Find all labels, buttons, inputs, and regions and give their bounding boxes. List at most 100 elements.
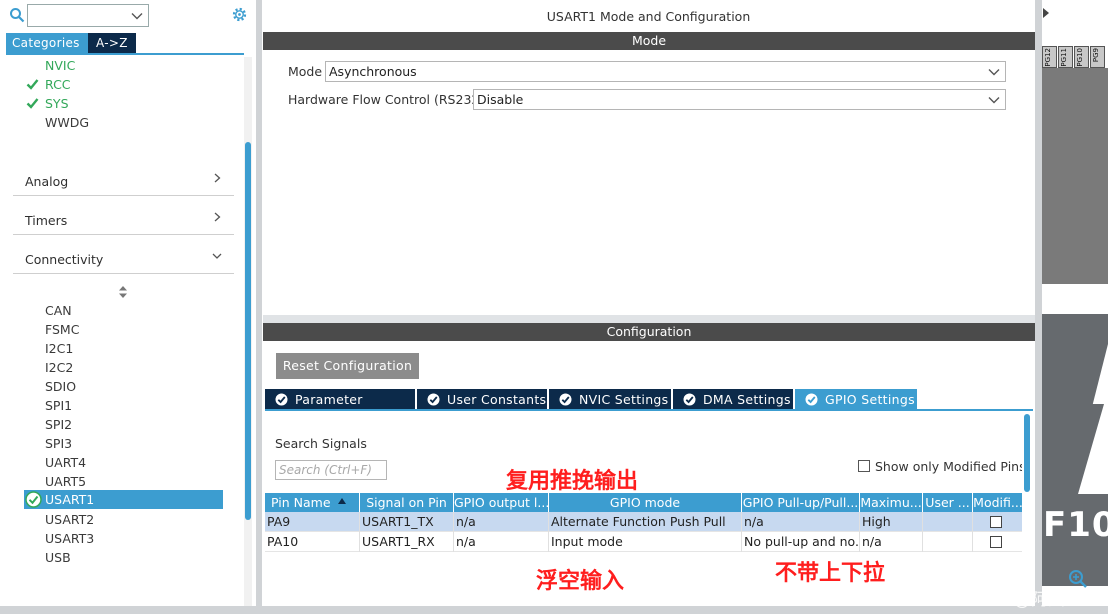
- tabs-underline: [265, 409, 1033, 411]
- sort-ascending-icon: [338, 498, 346, 504]
- category-search-combo[interactable]: [27, 4, 149, 27]
- cell-modified: [973, 512, 1023, 532]
- check-circle-icon: [559, 393, 572, 406]
- chevron-down-icon[interactable]: [131, 10, 143, 22]
- cell-max-speed[interactable]: High: [860, 512, 923, 532]
- mode-select-value: Asynchronous: [329, 64, 417, 79]
- modified-checkbox[interactable]: [990, 516, 1002, 528]
- sidebar-item-usart1-selected[interactable]: USART1: [24, 490, 223, 509]
- sidebar-item-usart3[interactable]: USART3: [45, 531, 94, 546]
- sidebar-item-i2c1[interactable]: I2C1: [45, 341, 73, 356]
- cell-pull[interactable]: n/a: [742, 512, 860, 532]
- column-header-gpio-mode[interactable]: GPIO mode: [549, 493, 742, 512]
- gear-icon[interactable]: [231, 6, 248, 23]
- sidebar-item-usart2[interactable]: USART2: [45, 512, 94, 527]
- search-icon[interactable]: [9, 7, 25, 23]
- flow-control-label: Hardware Flow Control (RS232): [288, 92, 485, 107]
- pinout-view-panel: PG12 PG11 PG10 PG9 F103: [1042, 0, 1108, 606]
- mode-label: Mode: [288, 64, 323, 79]
- cell-gpio-mode[interactable]: Input mode: [549, 532, 742, 552]
- annotation-floating-input: 浮空输入: [536, 569, 625, 594]
- pin-label: PG11: [1060, 48, 1068, 67]
- config-scrollbar-thumb[interactable]: [1024, 414, 1030, 492]
- mode-select[interactable]: Asynchronous: [325, 61, 1006, 82]
- column-header-pin-name[interactable]: Pin Name: [265, 493, 360, 512]
- chevron-down-icon: [212, 253, 222, 259]
- section-analog[interactable]: Analog: [13, 160, 234, 196]
- column-header-max-speed[interactable]: Maximu...: [860, 493, 923, 512]
- search-signals-input[interactable]: Search (Ctrl+F): [275, 460, 387, 480]
- sidebar-item-uart4[interactable]: UART4: [45, 455, 86, 470]
- reset-configuration-button[interactable]: Reset Configuration: [276, 353, 419, 379]
- annotation-push-pull: 复用推挽输出: [506, 469, 639, 494]
- cell-output-level[interactable]: n/a: [454, 512, 549, 532]
- pin-pg9[interactable]: PG9: [1090, 46, 1105, 68]
- right-splitter[interactable]: [1035, 0, 1042, 614]
- sidebar-item-spi2[interactable]: SPI2: [45, 417, 72, 432]
- pin-pg12[interactable]: PG12: [1042, 46, 1057, 68]
- mode-header[interactable]: Mode: [263, 32, 1035, 50]
- search-signals-label: Search Signals: [275, 436, 367, 451]
- cell-pin-name: PA9: [265, 512, 360, 532]
- sidebar-item-fsmc[interactable]: FSMC: [45, 322, 79, 337]
- sort-icon[interactable]: [119, 286, 127, 298]
- tab-parameter-settings[interactable]: Parameter Settings: [265, 389, 415, 428]
- chevron-down-icon: [988, 97, 1000, 104]
- sidebar-item-spi3[interactable]: SPI3: [45, 436, 72, 451]
- sidebar-item-uart5[interactable]: UART5: [45, 474, 86, 489]
- cell-gpio-mode[interactable]: Alternate Function Push Pull: [549, 512, 742, 532]
- sidebar-item-can[interactable]: CAN: [45, 303, 72, 318]
- pin-pg10[interactable]: PG10: [1074, 46, 1089, 68]
- cell-user-label[interactable]: [923, 512, 973, 532]
- panel-splitter[interactable]: [263, 315, 1035, 323]
- pin-label: PG9: [1092, 48, 1100, 63]
- sidebar-item-nvic[interactable]: NVIC: [45, 58, 75, 73]
- chip-body-upper: [1042, 68, 1108, 284]
- section-timers[interactable]: Timers: [13, 199, 234, 235]
- annotation-no-pull: 不带上下拉: [775, 561, 886, 586]
- checkmark-icon: [26, 98, 39, 109]
- check-circle-icon: [25, 491, 42, 508]
- cell-pull[interactable]: No pull-up and no...: [742, 532, 860, 552]
- pin-pg11[interactable]: PG11: [1058, 46, 1073, 68]
- sidebar-item-usb[interactable]: USB: [45, 550, 71, 565]
- tabs-underline: [6, 53, 244, 55]
- pin-label: PG12: [1044, 48, 1052, 67]
- tab-nvic-settings[interactable]: NVIC Settings: [549, 389, 671, 410]
- tab-a-to-z[interactable]: A->Z: [88, 33, 136, 53]
- check-circle-icon: [683, 393, 696, 406]
- tab-user-constants[interactable]: User Constants: [417, 389, 547, 410]
- table-row[interactable]: PA9 USART1_TX n/a Alternate Function Pus…: [265, 512, 1023, 532]
- tab-dma-settings[interactable]: DMA Settings: [673, 389, 793, 410]
- left-scrollbar-thumb[interactable]: [245, 142, 251, 520]
- cell-user-label[interactable]: [923, 532, 973, 552]
- tab-categories[interactable]: Categories: [6, 33, 88, 53]
- tab-gpio-settings[interactable]: GPIO Settings: [795, 389, 917, 410]
- flow-control-select[interactable]: Disable: [473, 89, 1006, 110]
- cell-output-level[interactable]: n/a: [454, 532, 549, 552]
- sidebar-item-spi1[interactable]: SPI1: [45, 398, 72, 413]
- checkbox[interactable]: [858, 460, 870, 472]
- configuration-header[interactable]: Configuration: [263, 323, 1035, 341]
- section-label: Timers: [25, 213, 68, 228]
- sidebar-item-sdio[interactable]: SDIO: [45, 379, 76, 394]
- cell-max-speed[interactable]: n/a: [860, 532, 923, 552]
- collapse-icon[interactable]: [1042, 4, 1050, 26]
- sidebar-item-sys[interactable]: SYS: [45, 96, 69, 111]
- column-header-modified[interactable]: Modifi...: [973, 493, 1023, 512]
- bottom-border: [0, 606, 1108, 614]
- sidebar-item-wwdg[interactable]: WWDG: [45, 115, 89, 130]
- configuration-tabs: Parameter Settings User Constants NVIC S…: [265, 389, 919, 428]
- table-row[interactable]: PA10 USART1_RX n/a Input mode No pull-up…: [265, 532, 1023, 552]
- column-header-user-label[interactable]: User ...: [923, 493, 973, 512]
- modified-checkbox[interactable]: [990, 536, 1002, 548]
- pin-label: PG10: [1076, 48, 1084, 67]
- column-header-signal[interactable]: Signal on Pin: [360, 493, 454, 512]
- sidebar-item-i2c2[interactable]: I2C2: [45, 360, 73, 375]
- column-label: Pin Name: [271, 495, 331, 510]
- sidebar-item-rcc[interactable]: RCC: [45, 77, 71, 92]
- tab-label: NVIC Settings: [579, 392, 669, 407]
- column-header-output-level[interactable]: GPIO output l...: [454, 493, 549, 512]
- section-connectivity[interactable]: Connectivity: [13, 238, 234, 274]
- column-header-pull[interactable]: GPIO Pull-up/Pull...: [742, 493, 860, 512]
